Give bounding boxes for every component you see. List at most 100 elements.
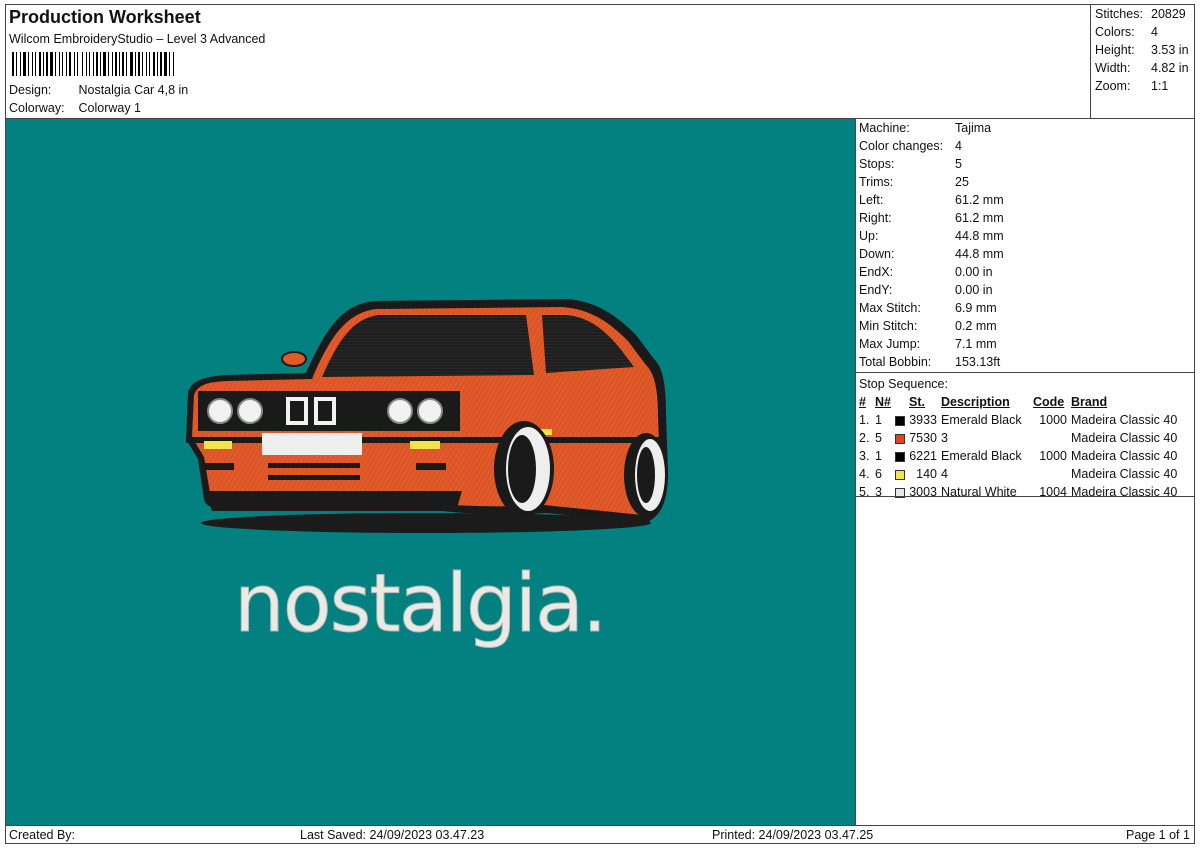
- barcode-bar: [142, 52, 143, 76]
- stat-label: Height:: [1095, 43, 1135, 57]
- stitch-count: 140: [916, 467, 937, 481]
- machine-info-row: Total Bobbin: 153.13ft: [856, 353, 1194, 371]
- stat-value: 20829: [1151, 7, 1186, 21]
- thread-brand: Madeira Classic 40: [1071, 467, 1178, 481]
- barcode-bar: [119, 52, 120, 76]
- barcode-bar: [62, 52, 63, 76]
- car-mirror: [281, 351, 307, 367]
- machine-info-value: 25: [955, 175, 969, 189]
- stop-sequence-table: # N# St. Description Code Brand 1. 1 3933 E…: [859, 393, 1183, 501]
- machine-info-value: 7.1 mm: [955, 337, 997, 351]
- machine-info-value: 61.2 mm: [955, 211, 1004, 225]
- barcode-bar: [173, 52, 174, 76]
- barcode-bar: [55, 52, 56, 76]
- barcode-bar: [146, 52, 147, 76]
- stitch-count: 6221: [909, 449, 937, 463]
- stat-value: 3.53 in: [1151, 43, 1189, 57]
- car-license-plate: [262, 433, 362, 455]
- barcode-bar: [93, 52, 94, 76]
- table-row: 2. 5 7530 3 Madeira Classic 40: [859, 429, 1183, 447]
- barcode-bar: [50, 52, 53, 76]
- stat-zoom: Zoom: 1:1: [1095, 79, 1194, 97]
- machine-info-value: 0.00 in: [955, 283, 993, 297]
- table-row: 3. 1 6221 Emerald Black 1000 Madeira Classic …: [859, 447, 1183, 465]
- col-swatch-header: [895, 393, 909, 411]
- barcode-bar: [32, 52, 33, 76]
- thread-brand: Madeira Classic 40: [1071, 431, 1178, 445]
- worksheet-title: Production Worksheet: [9, 7, 201, 27]
- design-text: nostalgia.: [234, 557, 605, 650]
- barcode-bar: [59, 52, 60, 76]
- barcode-bar: [28, 52, 29, 76]
- thread-description: Emerald Black: [941, 413, 1022, 427]
- barcode-bar: [96, 52, 98, 76]
- stat-height: Height: 3.53 in: [1095, 43, 1194, 61]
- barcode-bar: [153, 52, 155, 76]
- machine-info-value: 4: [955, 139, 962, 153]
- barcode-bar: [23, 52, 26, 76]
- machine-info-value: 153.13ft: [955, 355, 1001, 369]
- stat-width: Width: 4.82 in: [1095, 61, 1194, 79]
- color-swatch: [895, 411, 909, 429]
- car-wheel-hub: [508, 435, 536, 503]
- design-row: Design: Nostalgia Car 4,8 in: [9, 83, 188, 97]
- barcode-bar: [149, 52, 150, 76]
- barcode-bar: [115, 52, 117, 76]
- thread-code: 1004: [1039, 485, 1067, 499]
- color-swatch: [895, 447, 909, 465]
- info-separator: [856, 372, 1194, 373]
- car-fog-light: [204, 441, 232, 449]
- row-number: 2.: [859, 431, 870, 445]
- stat-label: Colors:: [1095, 25, 1135, 39]
- barcode-bar: [108, 52, 109, 76]
- barcode-bar: [39, 52, 41, 76]
- car-indicator: [416, 463, 446, 470]
- col-n-header: N#: [875, 395, 891, 409]
- machine-info-label: EndX:: [859, 265, 894, 279]
- car-headlight: [237, 398, 263, 424]
- machine-info-row: Color changes: 4: [856, 137, 1194, 155]
- machine-info-list: Machine: Tajima Color changes: 4 Stops: 5 Trim…: [856, 119, 1194, 371]
- machine-info-label: Min Stitch:: [859, 319, 918, 333]
- row-number: 1.: [859, 413, 870, 427]
- machine-info-label: Color changes:: [859, 139, 944, 153]
- barcode-bar: [35, 52, 36, 76]
- embroidery-artwork: nostalgia.: [186, 299, 668, 651]
- car-headlight: [207, 398, 233, 424]
- stat-value: 1:1: [1151, 79, 1169, 93]
- barcode-bar: [43, 52, 44, 76]
- colorway-label: Colorway:: [9, 101, 65, 115]
- machine-info-row: Down: 44.8 mm: [856, 245, 1194, 263]
- machine-info-panel: Machine: Tajima Color changes: 4 Stops: 5 Trim…: [856, 119, 1194, 825]
- machine-info-row: EndX: 0.00 in: [856, 263, 1194, 281]
- machine-info-row: Max Stitch: 6.9 mm: [856, 299, 1194, 317]
- color-swatch: [895, 465, 909, 483]
- color-swatch: [895, 483, 909, 501]
- stat-colors: Colors: 4: [1095, 25, 1194, 43]
- worksheet-footer: Created By: Last Saved: 24/09/2023 03.47…: [6, 825, 1194, 843]
- stitch-count: 7530: [909, 431, 937, 445]
- machine-info-label: Right:: [859, 211, 892, 225]
- software-subtitle: Wilcom EmbroideryStudio – Level 3 Advanc…: [9, 32, 266, 46]
- stat-stitches: Stitches: 20829: [1095, 7, 1194, 25]
- barcode-bar: [66, 52, 67, 76]
- barcode-bar: [12, 52, 14, 76]
- machine-info-row: Left: 61.2 mm: [856, 191, 1194, 209]
- barcode-bar: [164, 52, 167, 76]
- thread-code: [1033, 465, 1071, 483]
- needle-number: 1: [875, 449, 882, 463]
- machine-info-label: Up:: [859, 229, 879, 243]
- row-number: 4.: [859, 467, 870, 481]
- machine-info-label: Machine:: [859, 121, 910, 135]
- barcode-bar: [16, 52, 17, 76]
- machine-info-row: Machine: Tajima: [856, 119, 1194, 137]
- thread-description: 3: [941, 431, 948, 445]
- col-code-header: Code: [1033, 395, 1065, 409]
- machine-info-value: 0.00 in: [955, 265, 993, 279]
- last-saved: Last Saved: 24/09/2023 03.47.23: [300, 828, 485, 842]
- col-st-header: St.: [909, 395, 925, 409]
- design-name: Nostalgia Car 4,8 in: [78, 83, 189, 97]
- page-number: Page 1 of 1: [1126, 828, 1190, 842]
- barcode-bar: [126, 52, 127, 76]
- car-lower-grille: [268, 463, 360, 468]
